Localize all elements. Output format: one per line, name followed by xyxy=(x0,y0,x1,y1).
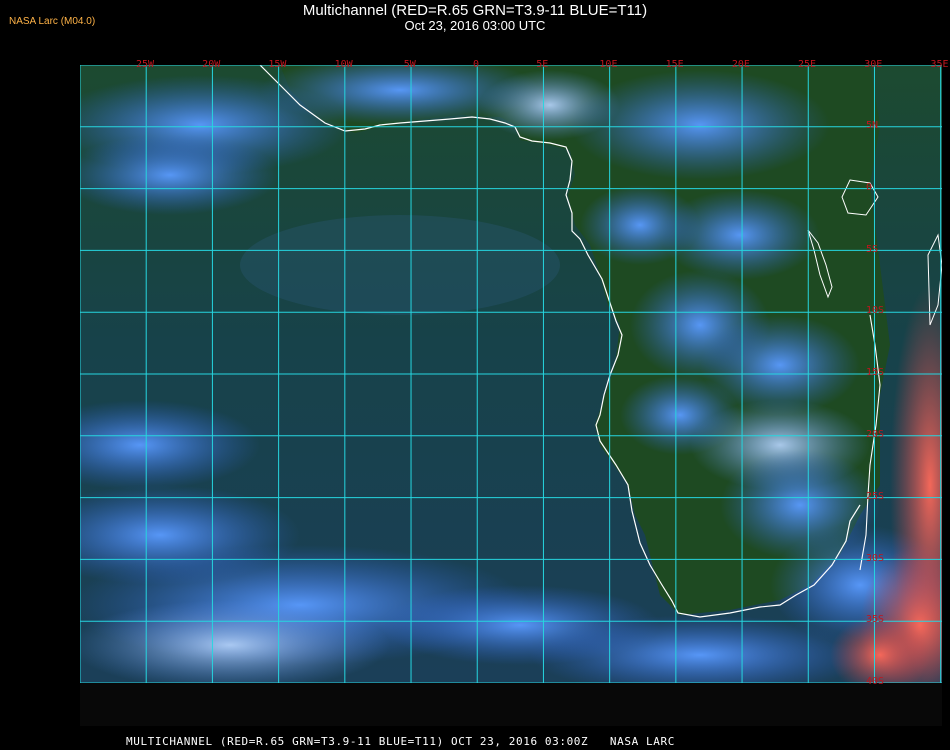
image-title: Multichannel (RED=R.65 GRN=T3.9-11 BLUE=… xyxy=(302,2,648,19)
latitude-label: 25S xyxy=(866,490,885,502)
longitude-label: 5W xyxy=(403,59,416,70)
longitude-label: 30E xyxy=(864,59,883,70)
satellite-map xyxy=(80,65,942,683)
latitude-label: 5N xyxy=(866,120,879,131)
longitude-label: 15W xyxy=(268,59,287,70)
latitude-label: 30S xyxy=(866,552,885,564)
latitude-label: 20S xyxy=(866,429,885,440)
longitude-label: 35E xyxy=(930,59,949,70)
image-timestamp: Oct 23, 2016 03:00 UTC xyxy=(404,18,546,33)
latitude-label: 40S xyxy=(866,676,885,688)
satellite-imagery xyxy=(80,65,942,683)
longitude-label: 0 xyxy=(473,59,480,70)
latitude-label: 0 xyxy=(866,181,873,193)
longitude-label: 25W xyxy=(135,59,155,70)
longitude-label: 25E xyxy=(798,59,817,70)
latitude-label: 35S xyxy=(866,614,885,626)
latitude-label: 5S xyxy=(866,243,879,255)
longitude-label: 20E xyxy=(731,59,750,70)
scan-margin xyxy=(80,683,942,726)
latitude-label: 15S xyxy=(866,367,885,379)
latitude-label: 10S xyxy=(866,305,885,317)
longitude-label: 10W xyxy=(334,59,353,70)
longitude-label: 5E xyxy=(536,59,549,70)
longitude-label: 20W xyxy=(202,59,221,70)
longitude-label: 10E xyxy=(599,59,618,70)
source-tag: NASA Larc (M04.0) xyxy=(9,16,96,27)
longitude-label: 15E xyxy=(665,59,684,70)
image-footer: MULTICHANNEL (RED=R.65 GRN=T3.9-11 BLUE=… xyxy=(126,735,675,748)
